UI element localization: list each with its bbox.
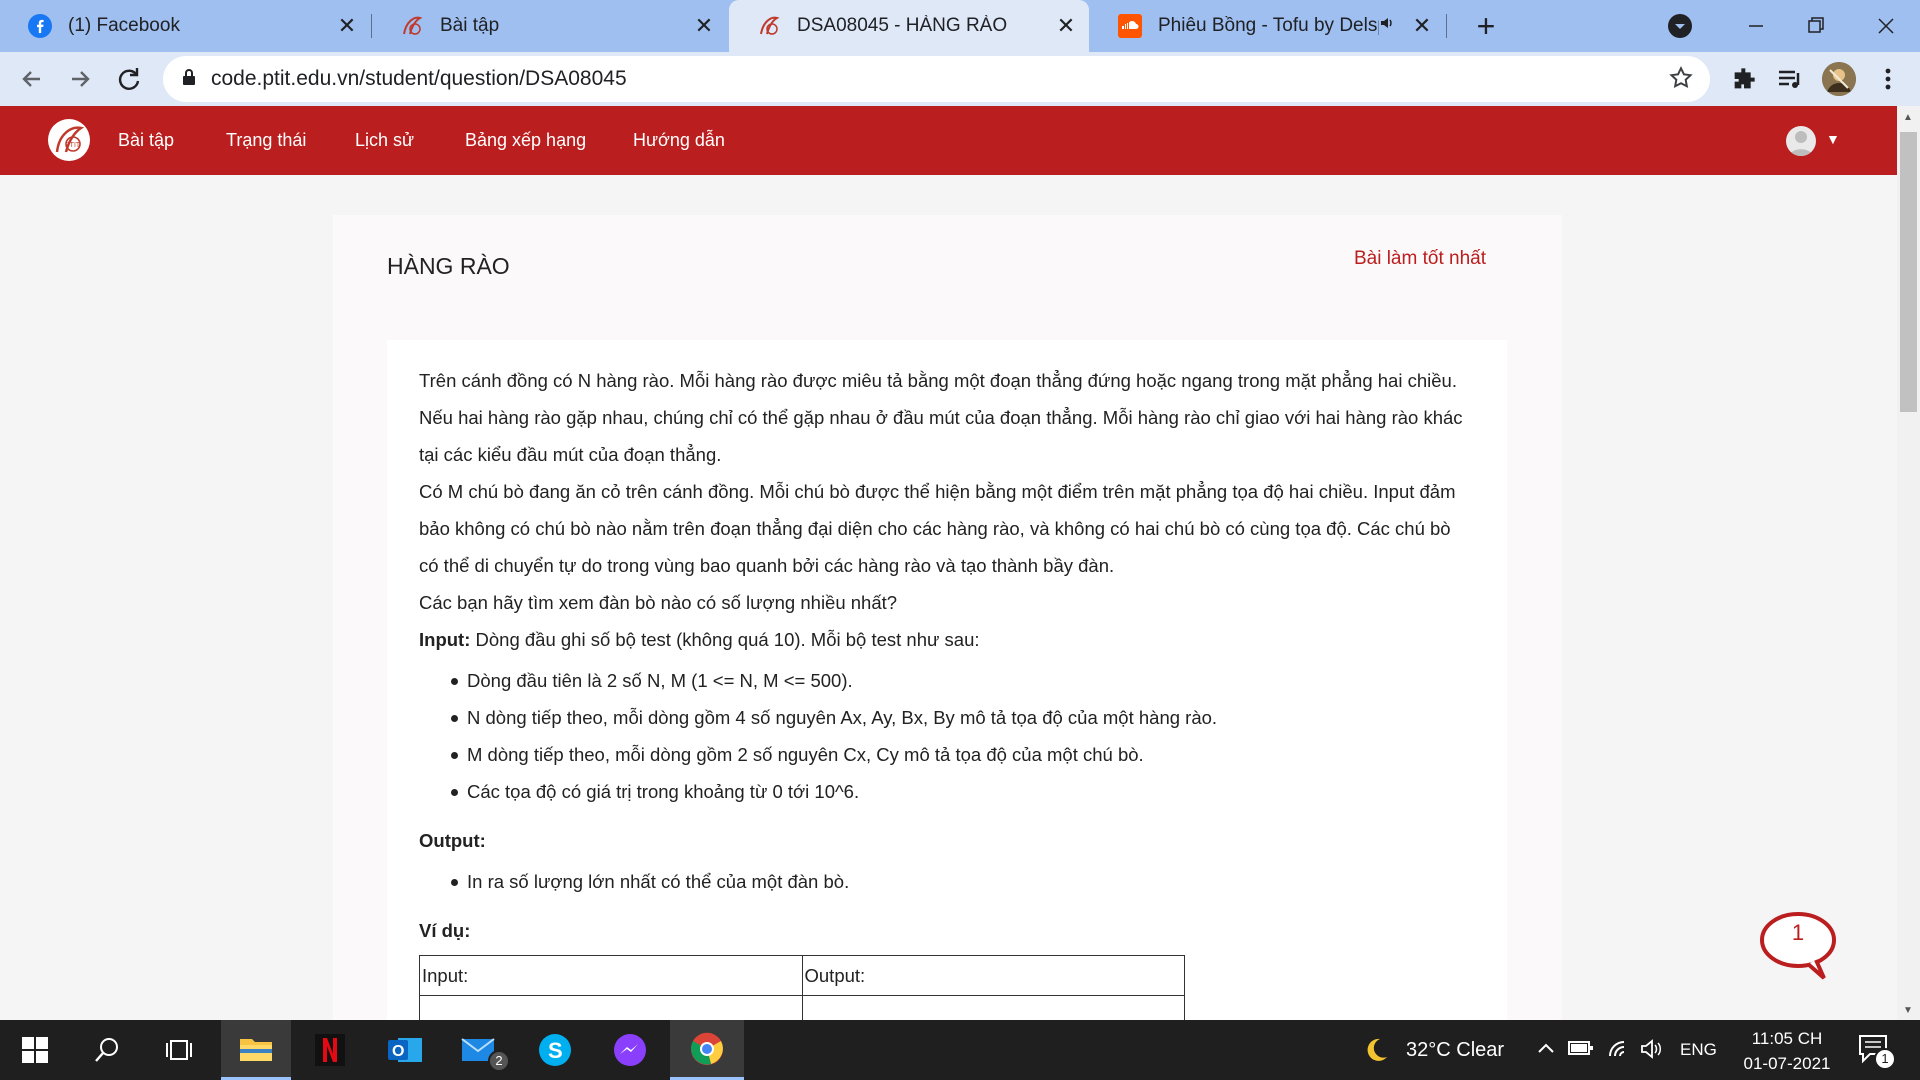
speaker-icon[interactable] [1379,15,1395,37]
notifications-icon[interactable]: 1 [1858,1034,1896,1070]
profile-avatar[interactable] [1822,62,1856,96]
minimize-icon[interactable] [1738,8,1774,44]
mail-badge: 2 [488,1050,510,1072]
close-tab-icon[interactable]: ✕ [689,13,719,39]
svg-text:S: S [548,1038,563,1063]
scroll-down-icon[interactable]: ▼ [1903,1005,1913,1016]
ptit-logo[interactable]: PTIT [48,119,90,161]
ptit-favicon-icon [400,14,424,38]
restore-icon[interactable] [1798,8,1834,44]
wifi-icon[interactable] [1608,1038,1632,1065]
skype-icon[interactable]: S [520,1020,590,1080]
back-icon[interactable] [16,63,48,95]
language-indicator[interactable]: ENG [1680,1020,1717,1080]
output-label: Output: [419,830,486,851]
input-text: Dòng đầu ghi số bộ test (không quá 10). … [470,629,980,650]
tab-search-icon[interactable] [1668,14,1692,38]
nav-lich-su[interactable]: Lịch sử [355,106,414,175]
nav-bang-xep-hang[interactable]: Bảng xếp hạng [465,106,586,175]
forward-icon[interactable] [64,63,96,95]
example-label: Ví dụ: [419,920,471,941]
outlook-icon[interactable]: O [370,1020,440,1080]
facebook-icon [28,14,52,38]
chat-button[interactable]: 1 [1758,910,1838,980]
close-window-icon[interactable] [1868,8,1904,44]
scroll-up-icon[interactable]: ▲ [1903,112,1913,123]
list-item: Dòng đầu tiên là 2 số N, M (1 <= N, M <=… [419,662,1475,699]
nav-bai-tap[interactable]: Bài tập [118,106,174,175]
tab-strip: (1) Facebook ✕ Bài tập ✕ DSA08045 - HÀNG… [0,0,1920,52]
output-list: In ra số lượng lớn nhất có thể của một đ… [419,863,1475,900]
media-control-icon[interactable] [1774,63,1806,95]
chrome-icon[interactable] [670,1020,744,1080]
example-input-header: Input: [419,955,803,996]
list-item: Các tọa độ có giá trị trong khoảng từ 0 … [419,773,1475,810]
url-text[interactable]: code.ptit.edu.vn/student/question/DSA080… [211,67,627,91]
bookmark-star-icon[interactable] [1668,65,1694,96]
page-body: HÀNG RÀO Bài làm tốt nhất Trên cánh đồng… [0,175,1897,1036]
page-scrollbar[interactable]: ▲ ▼ [1897,106,1920,1020]
tab-dsa08045[interactable]: DSA08045 - HÀNG RÀO ✕ [729,0,1089,52]
soundcloud-icon [1118,14,1142,38]
mail-icon[interactable]: 2 [445,1020,515,1080]
start-button[interactable] [0,1020,70,1080]
clock[interactable]: 11:05 CH 01-07-2021 [1734,1026,1840,1076]
tab-title: Phiêu Bồng - Tofu by Delspx [1158,15,1379,36]
nav-trang-thai[interactable]: Trạng thái [226,106,306,175]
tab-bai-tap[interactable]: Bài tập ✕ [372,0,727,52]
clock-time: 11:05 CH [1751,1029,1823,1048]
tab-title: Bài tập [440,15,500,36]
extensions-icon[interactable] [1728,63,1760,95]
list-item: M dòng tiếp theo, mỗi dòng gồm 2 số nguy… [419,736,1475,773]
close-tab-icon[interactable]: ✕ [1407,13,1437,39]
reload-icon[interactable] [113,63,145,95]
clock-date: 01-07-2021 [1743,1054,1831,1073]
problem-paragraph: Các bạn hãy tìm xem đàn bò nào có số lượ… [419,592,898,613]
question-card: HÀNG RÀO Bài làm tốt nhất Trên cánh đồng… [333,215,1562,1036]
tab-facebook[interactable]: (1) Facebook ✕ [0,0,370,52]
input-label: Input: [419,629,471,650]
close-tab-icon[interactable]: ✕ [332,13,362,39]
svg-text:PTIT: PTIT [65,142,81,149]
user-avatar[interactable] [1786,126,1816,156]
browser-toolbar: code.ptit.edu.vn/student/question/DSA080… [0,52,1920,106]
file-explorer-icon[interactable] [221,1020,291,1080]
tab-title: DSA08045 - HÀNG RÀO [797,15,1008,36]
nav-huong-dan[interactable]: Hướng dẫn [633,106,725,175]
windows-taskbar: O 2 S 32°C Clear ENG 11:05 CH 01-07-2021… [0,1020,1920,1080]
scrollbar-thumb[interactable] [1900,132,1917,412]
notification-badge: 1 [1874,1048,1896,1070]
lock-icon[interactable] [181,68,197,91]
question-title: HÀNG RÀO [387,253,510,279]
user-menu-caret-icon[interactable]: ▼ [1826,131,1840,147]
messenger-icon[interactable] [595,1020,665,1080]
weather-moon-icon [1362,1036,1390,1069]
task-view-icon[interactable] [144,1020,214,1080]
problem-paragraph: Có M chú bò đang ăn cỏ trên cánh đồng. M… [419,481,1456,576]
tab-title: (1) Facebook [68,15,180,36]
volume-icon[interactable] [1640,1038,1664,1065]
address-bar[interactable]: code.ptit.edu.vn/student/question/DSA080… [163,56,1710,102]
more-menu-icon[interactable] [1876,63,1900,95]
example-output-header: Output: [801,955,1185,996]
chat-badge: 1 [1791,920,1805,945]
ptit-favicon-icon [757,14,781,38]
show-hidden-icons[interactable] [1536,1038,1556,1063]
input-description: Input: Dòng đầu ghi số bộ test (không qu… [419,621,1475,658]
list-item: N dòng tiếp theo, mỗi dòng gồm 4 số nguy… [419,699,1475,736]
list-item: In ra số lượng lớn nhất có thể của một đ… [419,863,1475,900]
problem-statement: Trên cánh đồng có N hàng rào. Mỗi hàng r… [387,340,1507,1036]
search-icon[interactable] [72,1020,142,1080]
best-submission-link[interactable]: Bài làm tốt nhất [1354,248,1486,270]
weather-text[interactable]: 32°C Clear [1406,1020,1504,1080]
tab-soundcloud[interactable]: Phiêu Bồng - Tofu by Delspx ✕ [1090,0,1445,52]
input-list: Dòng đầu tiên là 2 số N, M (1 <= N, M <=… [419,662,1475,810]
close-tab-icon[interactable]: ✕ [1051,13,1081,39]
battery-icon[interactable] [1568,1038,1594,1063]
new-tab-button[interactable]: + [1466,6,1506,46]
site-header: PTIT Bài tập Trạng thái Lịch sử Bảng xếp… [0,106,1897,175]
svg-text:O: O [392,1043,404,1060]
netflix-icon[interactable] [295,1020,365,1080]
problem-paragraph: Trên cánh đồng có N hàng rào. Mỗi hàng r… [419,370,1463,465]
